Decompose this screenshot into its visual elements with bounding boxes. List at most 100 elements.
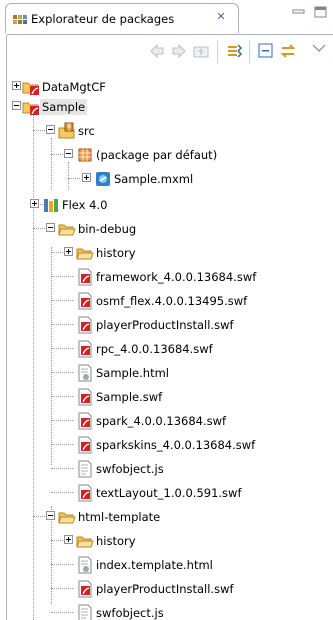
tree-item-file[interactable]: framework_4.0.0.13684.swf [0, 266, 333, 288]
folder-icon [76, 532, 94, 550]
tree-item-flex-sdk[interactable]: Flex 4.0 [0, 194, 333, 216]
tree-item-html-template[interactable]: html-template [0, 506, 333, 528]
swf-file-icon [76, 436, 94, 454]
chevron-down-icon[interactable] [310, 40, 328, 58]
view-tab-bar: Explorateur de packages ✕ [0, 0, 333, 34]
tree-item-file[interactable]: swfobject.js [0, 602, 333, 620]
html-file-icon [76, 364, 94, 382]
tree-connector [51, 252, 63, 253]
tree-item-label: osmf_flex.4.0.0.13495.swf [96, 294, 248, 308]
tree-item-file[interactable]: playerProductInstall.swf [0, 578, 333, 600]
tab-title: Explorateur de packages [31, 12, 175, 26]
tree-connector [51, 444, 73, 445]
maximize-icon[interactable] [314, 6, 328, 18]
tree-connector [51, 468, 73, 469]
collapse-tree-icon[interactable] [257, 42, 275, 60]
collapse-icon[interactable] [12, 101, 21, 110]
expand-icon[interactable] [82, 173, 91, 182]
tree-connector [33, 516, 45, 517]
tree-item-file[interactable]: spark_4.0.0.13684.swf [0, 410, 333, 432]
folder-open-icon [58, 508, 76, 526]
package-icon [76, 146, 94, 164]
expand-icon[interactable] [12, 81, 21, 90]
package-explorer-icon [12, 12, 28, 28]
swf-file-icon [76, 316, 94, 334]
tree-item-src[interactable]: src [0, 120, 333, 142]
tree-connector [51, 612, 73, 613]
expand-icon[interactable] [64, 535, 73, 544]
tree-item-default-package[interactable]: (package par défaut) [0, 144, 333, 166]
tree-item-label: history [96, 246, 136, 260]
tree-connector [51, 300, 73, 301]
package-explorer-view: Explorateur de packages ✕ DataMgtCF Samp… [0, 0, 333, 620]
collapse-icon[interactable] [46, 223, 55, 232]
expand-icon[interactable] [64, 247, 73, 256]
swf-file-icon [76, 484, 94, 502]
tree-item-label: src [78, 124, 95, 138]
js-file-icon [76, 460, 94, 478]
tree-item-history[interactable]: history [0, 242, 333, 264]
tree-item-label: framework_4.0.0.13684.swf [96, 270, 257, 284]
tree-item-file[interactable]: sparkskins_4.0.0.13684.swf [0, 434, 333, 456]
link-with-editor-icon[interactable] [279, 42, 297, 60]
tree-item-file[interactable]: Sample.html [0, 362, 333, 384]
swf-file-icon [76, 292, 94, 310]
tree-item-label: playerProductInstall.swf [96, 582, 234, 596]
close-icon[interactable]: ✕ [214, 10, 228, 24]
tree-item-sample[interactable]: Sample [0, 96, 333, 118]
collapse-icon[interactable] [46, 125, 55, 134]
tree-item-label: html-template [78, 510, 161, 524]
swf-file-icon [76, 340, 94, 358]
tree-item-datamgtcf[interactable]: DataMgtCF [0, 76, 333, 98]
tree-item-label: bin-debug [78, 222, 137, 236]
js-file-icon [76, 604, 94, 620]
tree-connector [51, 396, 73, 397]
forward-arrow-icon[interactable] [170, 42, 188, 60]
flex-project-icon [22, 78, 40, 96]
tree-item-history[interactable]: history [0, 530, 333, 552]
back-arrow-icon[interactable] [148, 42, 166, 60]
tree-item-file[interactable]: index.template.html [0, 554, 333, 576]
tree-item-file[interactable]: playerProductInstall.swf [0, 314, 333, 336]
tree-item-label: Sample.mxml [114, 172, 194, 186]
collapse-all-icon[interactable] [225, 42, 243, 60]
tree-item-label: index.template.html [96, 558, 213, 572]
html-file-icon [76, 556, 94, 574]
up-folder-icon[interactable] [192, 42, 210, 60]
tree-item-file[interactable]: textLayout_1.0.0.591.swf [0, 482, 333, 504]
tree-connector [68, 178, 80, 179]
tree-item-label: Flex 4.0 [62, 198, 108, 212]
expand-icon[interactable] [30, 199, 39, 208]
tree-item-file[interactable]: swfobject.js [0, 458, 333, 480]
tree-connector [51, 348, 73, 349]
tree-connector [51, 372, 73, 373]
tree-item-file[interactable]: Sample.swf [0, 386, 333, 408]
tree-item-label: sparkskins_4.0.0.13684.swf [96, 438, 256, 452]
tree-connector [51, 420, 73, 421]
tree-item-label: history [96, 534, 136, 548]
tree-item-label: (package par défaut) [96, 148, 218, 162]
tree-connector [51, 540, 63, 541]
tree-connector [51, 276, 73, 277]
tree-item-bin-debug[interactable]: bin-debug [0, 218, 333, 240]
tree-item-label: swfobject.js [96, 606, 164, 620]
view-toolbar [7, 34, 333, 68]
source-folder-icon [58, 122, 76, 140]
tree-item-file[interactable]: osmf_flex.4.0.0.13495.swf [0, 290, 333, 312]
collapse-icon[interactable] [64, 149, 73, 158]
tree-item-file[interactable]: rpc_4.0.0.13684.swf [0, 338, 333, 360]
tree-item-label: playerProductInstall.swf [96, 318, 234, 332]
tree-item-label: spark_4.0.0.13684.swf [96, 414, 227, 428]
swf-file-icon [76, 268, 94, 286]
tree-item-label: textLayout_1.0.0.591.swf [96, 486, 242, 500]
swf-file-icon [76, 412, 94, 430]
tab-package-explorer[interactable]: Explorateur de packages ✕ [5, 3, 239, 33]
minimize-icon[interactable] [292, 6, 306, 18]
tree-item-label: Sample [40, 99, 88, 115]
collapse-icon[interactable] [46, 511, 55, 520]
swf-file-icon [76, 388, 94, 406]
tree-connector [33, 228, 45, 229]
tree-item-sample-mxml[interactable]: Sample.mxml [0, 168, 333, 190]
tree-item-label: Sample.html [96, 366, 169, 380]
tree-connector [51, 324, 73, 325]
